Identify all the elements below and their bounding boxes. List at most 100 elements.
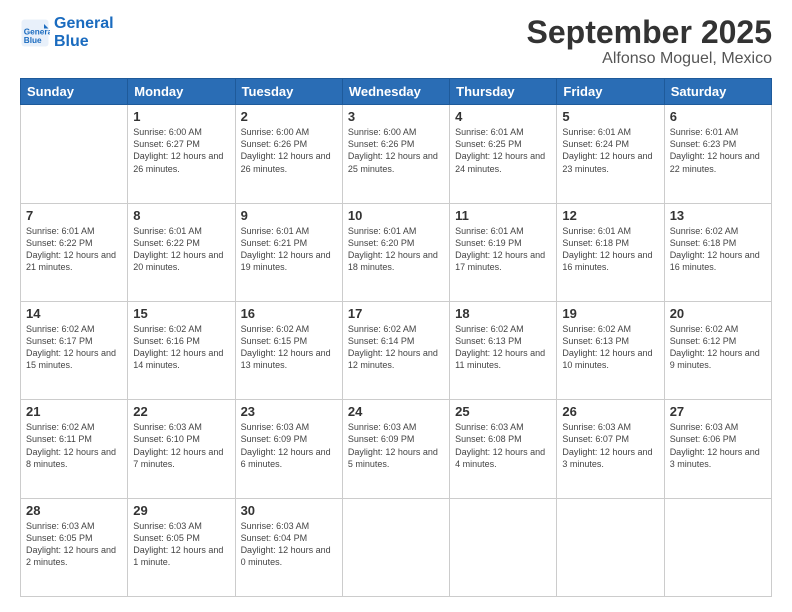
day-number: 1	[133, 109, 229, 124]
day-number: 27	[670, 404, 766, 419]
day-info: Sunrise: 6:01 AMSunset: 6:24 PMDaylight:…	[562, 126, 658, 175]
calendar-table: SundayMondayTuesdayWednesdayThursdayFrid…	[20, 78, 772, 597]
day-info: Sunrise: 6:03 AMSunset: 6:04 PMDaylight:…	[241, 520, 337, 569]
day-number: 28	[26, 503, 122, 518]
day-info: Sunrise: 6:00 AMSunset: 6:27 PMDaylight:…	[133, 126, 229, 175]
calendar-cell: 15Sunrise: 6:02 AMSunset: 6:16 PMDayligh…	[128, 301, 235, 399]
calendar-cell: 22 Sunrise: 6:03 AMSunset: 6:10 PMDayligh…	[128, 400, 235, 498]
week-row-3: 21 Sunrise: 6:02 AMSunset: 6:11 PMDayligh…	[21, 400, 772, 498]
weekday-header-saturday: Saturday	[664, 79, 771, 105]
day-info: Sunrise: 6:03 AMSunset: 6:10 PMDaylight:…	[133, 421, 229, 470]
calendar-cell: 8 Sunrise: 6:01 AMSunset: 6:22 PMDaylight…	[128, 203, 235, 301]
day-number: 10	[348, 208, 444, 223]
calendar-cell: 24 Sunrise: 6:03 AMSunset: 6:09 PMDayligh…	[342, 400, 449, 498]
day-info: Sunrise: 6:03 AMSunset: 6:09 PMDaylight:…	[348, 421, 444, 470]
day-info: Sunrise: 6:03 AMSunset: 6:05 PMDaylight:…	[133, 520, 229, 569]
day-number: 3	[348, 109, 444, 124]
day-number: 11	[455, 208, 551, 223]
calendar-cell: 13 Sunrise: 6:02 AMSunset: 6:18 PMDayligh…	[664, 203, 771, 301]
calendar-cell: 1 Sunrise: 6:00 AMSunset: 6:27 PMDaylight…	[128, 105, 235, 203]
weekday-header-wednesday: Wednesday	[342, 79, 449, 105]
header: General Blue General Blue September 2025…	[20, 15, 772, 68]
calendar-cell: 18 Sunrise: 6:02 AMSunset: 6:13 PMDayligh…	[450, 301, 557, 399]
day-number: 9	[241, 208, 337, 223]
day-info: Sunrise: 6:02 AMSunset: 6:15 PMDaylight:…	[241, 323, 337, 372]
calendar-cell	[557, 498, 664, 596]
day-info: Sunrise: 6:01 AMSunset: 6:19 PMDaylight:…	[455, 225, 551, 274]
title-block: September 2025 Alfonso Moguel, Mexico	[527, 15, 772, 68]
day-number: 23	[241, 404, 337, 419]
day-number: 20	[670, 306, 766, 321]
calendar-cell: 28 Sunrise: 6:03 AMSunset: 6:05 PMDayligh…	[21, 498, 128, 596]
day-number: 16	[241, 306, 337, 321]
calendar-cell: 4 Sunrise: 6:01 AMSunset: 6:25 PMDaylight…	[450, 105, 557, 203]
weekday-header-tuesday: Tuesday	[235, 79, 342, 105]
day-number: 15	[133, 306, 229, 321]
day-number: 13	[670, 208, 766, 223]
week-row-1: 7Sunrise: 6:01 AMSunset: 6:22 PMDaylight…	[21, 203, 772, 301]
day-number: 2	[241, 109, 337, 124]
weekday-header-friday: Friday	[557, 79, 664, 105]
day-info: Sunrise: 6:02 AMSunset: 6:17 PMDaylight:…	[26, 323, 122, 372]
day-info: Sunrise: 6:03 AMSunset: 6:05 PMDaylight:…	[26, 520, 122, 569]
day-number: 26	[562, 404, 658, 419]
day-info: Sunrise: 6:01 AMSunset: 6:25 PMDaylight:…	[455, 126, 551, 175]
day-number: 5	[562, 109, 658, 124]
weekday-header-monday: Monday	[128, 79, 235, 105]
day-number: 18	[455, 306, 551, 321]
day-number: 6	[670, 109, 766, 124]
day-info: Sunrise: 6:03 AMSunset: 6:09 PMDaylight:…	[241, 421, 337, 470]
logo-text: General Blue	[54, 15, 114, 50]
day-number: 29	[133, 503, 229, 518]
weekday-header-row: SundayMondayTuesdayWednesdayThursdayFrid…	[21, 79, 772, 105]
day-number: 24	[348, 404, 444, 419]
calendar-cell: 19 Sunrise: 6:02 AMSunset: 6:13 PMDayligh…	[557, 301, 664, 399]
calendar-cell: 3 Sunrise: 6:00 AMSunset: 6:26 PMDaylight…	[342, 105, 449, 203]
week-row-0: 1 Sunrise: 6:00 AMSunset: 6:27 PMDaylight…	[21, 105, 772, 203]
day-info: Sunrise: 6:03 AMSunset: 6:07 PMDaylight:…	[562, 421, 658, 470]
day-info: Sunrise: 6:03 AMSunset: 6:08 PMDaylight:…	[455, 421, 551, 470]
day-info: Sunrise: 6:01 AMSunset: 6:22 PMDaylight:…	[26, 225, 122, 274]
calendar-cell	[664, 498, 771, 596]
calendar-cell: 2 Sunrise: 6:00 AMSunset: 6:26 PMDaylight…	[235, 105, 342, 203]
day-number: 30	[241, 503, 337, 518]
day-info: Sunrise: 6:00 AMSunset: 6:26 PMDaylight:…	[348, 126, 444, 175]
weekday-header-sunday: Sunday	[21, 79, 128, 105]
calendar-cell: 16 Sunrise: 6:02 AMSunset: 6:15 PMDayligh…	[235, 301, 342, 399]
calendar-cell: 23 Sunrise: 6:03 AMSunset: 6:09 PMDayligh…	[235, 400, 342, 498]
calendar-cell: 17Sunrise: 6:02 AMSunset: 6:14 PMDayligh…	[342, 301, 449, 399]
day-info: Sunrise: 6:02 AMSunset: 6:13 PMDaylight:…	[455, 323, 551, 372]
day-number: 19	[562, 306, 658, 321]
calendar-cell: 20Sunrise: 6:02 AMSunset: 6:12 PMDayligh…	[664, 301, 771, 399]
calendar-cell: 21 Sunrise: 6:02 AMSunset: 6:11 PMDayligh…	[21, 400, 128, 498]
calendar-cell: 30 Sunrise: 6:03 AMSunset: 6:04 PMDayligh…	[235, 498, 342, 596]
calendar-cell: 9 Sunrise: 6:01 AMSunset: 6:21 PMDaylight…	[235, 203, 342, 301]
calendar-cell: 5 Sunrise: 6:01 AMSunset: 6:24 PMDaylight…	[557, 105, 664, 203]
logo-icon: General Blue	[20, 18, 50, 48]
calendar-cell	[21, 105, 128, 203]
day-info: Sunrise: 6:02 AMSunset: 6:18 PMDaylight:…	[670, 225, 766, 274]
day-info: Sunrise: 6:00 AMSunset: 6:26 PMDaylight:…	[241, 126, 337, 175]
day-number: 14	[26, 306, 122, 321]
calendar-cell: 25Sunrise: 6:03 AMSunset: 6:08 PMDayligh…	[450, 400, 557, 498]
calendar-cell: 26 Sunrise: 6:03 AMSunset: 6:07 PMDayligh…	[557, 400, 664, 498]
week-row-2: 14 Sunrise: 6:02 AMSunset: 6:17 PMDayligh…	[21, 301, 772, 399]
calendar-cell: 27Sunrise: 6:03 AMSunset: 6:06 PMDayligh…	[664, 400, 771, 498]
calendar-cell	[342, 498, 449, 596]
day-number: 21	[26, 404, 122, 419]
page: General Blue General Blue September 2025…	[0, 0, 792, 612]
calendar-cell: 11 Sunrise: 6:01 AMSunset: 6:19 PMDayligh…	[450, 203, 557, 301]
day-number: 22	[133, 404, 229, 419]
day-number: 17	[348, 306, 444, 321]
day-info: Sunrise: 6:01 AMSunset: 6:22 PMDaylight:…	[133, 225, 229, 274]
day-number: 4	[455, 109, 551, 124]
calendar-cell	[450, 498, 557, 596]
day-info: Sunrise: 6:01 AMSunset: 6:21 PMDaylight:…	[241, 225, 337, 274]
month-title: September 2025	[527, 15, 772, 50]
day-number: 8	[133, 208, 229, 223]
calendar-cell: 10Sunrise: 6:01 AMSunset: 6:20 PMDayligh…	[342, 203, 449, 301]
day-info: Sunrise: 6:02 AMSunset: 6:11 PMDaylight:…	[26, 421, 122, 470]
logo: General Blue General Blue	[20, 15, 114, 50]
calendar-cell: 12Sunrise: 6:01 AMSunset: 6:18 PMDayligh…	[557, 203, 664, 301]
day-info: Sunrise: 6:02 AMSunset: 6:13 PMDaylight:…	[562, 323, 658, 372]
